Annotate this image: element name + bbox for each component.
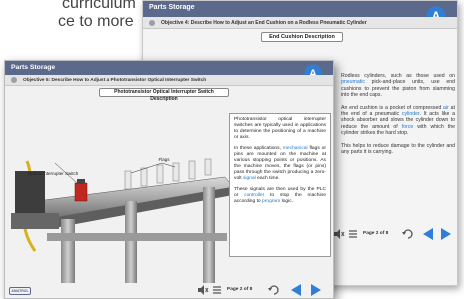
optical-switch-label: Optical Interrupter Switch (27, 171, 79, 176)
front-objective-text: Objective 5: Describe How to Adjust a Ph… (23, 78, 207, 83)
brand-logo: AMATROL (9, 287, 31, 295)
text-span: An end cushion is a pocket of compressed (341, 104, 444, 111)
front-lesson-window: Parts Storage A Objective 5: Describe Ho… (4, 60, 334, 299)
front-paragraph-3: These signals are then used by the PLC o… (234, 187, 326, 205)
flags-label: Flags (158, 157, 170, 162)
prev-arrow-icon[interactable] (421, 227, 435, 241)
objective-dot-icon (11, 77, 17, 83)
back-section-button[interactable]: End Cushion Description (261, 32, 343, 42)
next-arrow-icon[interactable] (309, 283, 323, 297)
mute-icon[interactable] (197, 283, 209, 297)
back-objective-text: Objective 4: Describe How to Adjust an E… (161, 20, 367, 26)
front-navigation-bar: Page 2 of 8 (197, 283, 331, 297)
page-indicator: Page 2 of 8 (363, 231, 389, 236)
glossary-link[interactable]: mechanical (283, 146, 308, 151)
back-body-text: Rodless cylinders, such as those used on… (341, 73, 455, 161)
text-span: logic. (280, 199, 294, 204)
text-span: In these applications, (234, 146, 283, 151)
back-paragraph-2: An end cushion is a pocket of compressed… (341, 105, 455, 137)
glossary-link[interactable]: program (262, 199, 280, 204)
text-span: Rodless cylinders, such as those used on (341, 73, 455, 79)
front-body-text: Phototransistor optical interrupter swit… (229, 113, 331, 257)
mute-icon[interactable] (333, 227, 345, 241)
text-span: Phototransistor optical interrupter swit… (234, 117, 326, 140)
glossary-link[interactable]: force (402, 124, 414, 130)
prev-arrow-icon[interactable] (289, 283, 303, 297)
next-arrow-icon[interactable] (439, 227, 453, 241)
text-span: each time. (255, 176, 280, 181)
back-window-title: Parts Storage (149, 4, 195, 11)
objective-dot-icon (149, 20, 155, 26)
replay-icon[interactable] (401, 227, 415, 241)
back-paragraph-3: This helps to reduce damage to the cylin… (341, 143, 455, 156)
front-section-button[interactable]: Phototransistor Optical Interrupter Swit… (99, 88, 229, 102)
front-window-title: Parts Storage (11, 64, 56, 71)
back-title-bar: Parts Storage (143, 1, 457, 17)
glossary-link[interactable]: signal (243, 176, 256, 181)
text-span: This helps to reduce damage to the cylin… (341, 142, 455, 156)
back-objective-bar: Objective 4: Describe How to Adjust an E… (143, 17, 457, 29)
menu-icon[interactable] (212, 283, 222, 297)
replay-icon[interactable] (267, 283, 281, 297)
back-navigation-bar: Page 2 of 8 (333, 227, 457, 241)
glossary-link[interactable]: pneumatic (341, 79, 365, 85)
page-indicator: Page 2 of 8 (227, 287, 253, 292)
menu-icon[interactable] (348, 227, 358, 241)
background-text-line2: ce to more (58, 13, 134, 30)
front-paragraph-2: In these applications, mechanical flags … (234, 146, 326, 182)
back-paragraph-1: Rodless cylinders, such as those used on… (341, 73, 455, 99)
front-paragraph-1: Phototransistor optical interrupter swit… (234, 117, 326, 141)
front-objective-bar: Objective 5: Describe How to Adjust a Ph… (5, 75, 333, 86)
front-title-bar: Parts Storage (5, 61, 333, 75)
glossary-link[interactable]: controller (244, 193, 264, 198)
glossary-link[interactable]: cylinder (402, 111, 420, 117)
